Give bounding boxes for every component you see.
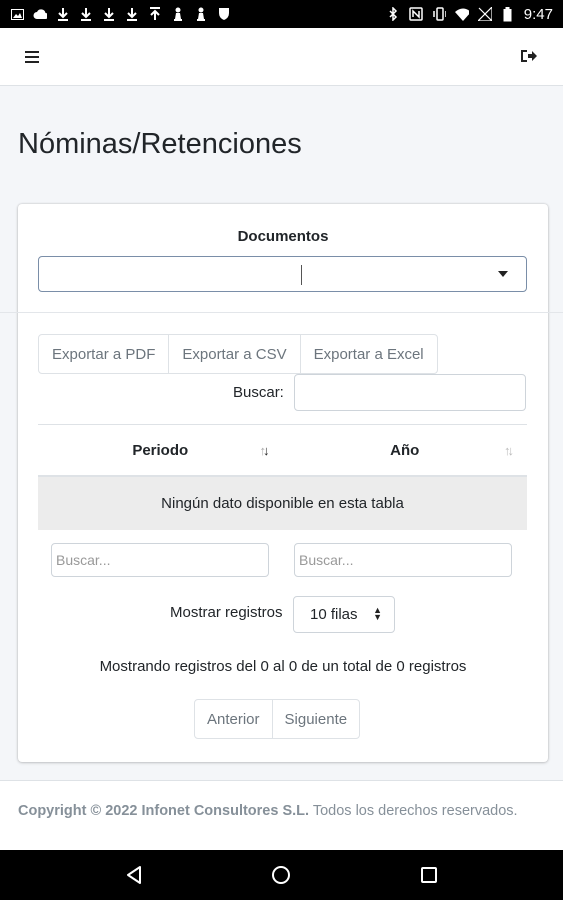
upload-icon (148, 7, 162, 21)
column-label: Periodo (132, 441, 189, 459)
image-icon (10, 7, 24, 21)
empty-table-row: Ningún dato disponible en esta tabla (38, 477, 527, 530)
table-info: Mostrando registros del 0 al 0 de un tot… (99, 658, 467, 675)
download-icon (79, 7, 93, 21)
documents-label: Documentos (237, 228, 329, 245)
back-icon[interactable] (114, 855, 154, 895)
copyright-text: Copyright © 2022 Infonet Consultores S.L… (18, 803, 310, 819)
battery-icon (501, 6, 515, 21)
caret-down-icon (498, 271, 508, 277)
content-card: Documentos Exportar a PDF Exportar a CSV… (0, 204, 563, 762)
cloud-icon (33, 7, 47, 21)
export-button-group: Exportar a PDF Exportar a CSV Exportar a… (38, 334, 438, 374)
shield-icon (217, 7, 231, 21)
hamburger-icon[interactable] (24, 47, 42, 67)
clock: 9:47 (523, 5, 553, 23)
export-pdf-button[interactable]: Exportar a PDF (38, 334, 170, 374)
sort-desc-icon: ↑↓ (259, 443, 270, 458)
page-title: Nóminas/Retenciones (18, 128, 302, 160)
sign-out-icon[interactable] (519, 46, 539, 66)
column-header-ano[interactable]: Año ↑↓ (283, 425, 528, 475)
sort-icon: ↑↓ (504, 443, 514, 458)
updown-caret-icon: ▲ ▼ (373, 605, 382, 622)
rows-per-page-value: 10 filas (310, 606, 358, 623)
rows-per-page-label: Mostrar registros (170, 604, 283, 621)
pagination: Anterior Siguiente (194, 699, 361, 739)
chess-pawn-icon (194, 7, 208, 21)
footer: Copyright © 2022 Infonet Consultores S.L… (0, 780, 563, 850)
rows-per-page-select[interactable]: 10 filas ▲ ▼ (293, 596, 395, 633)
previous-page-button[interactable]: Anterior (194, 699, 273, 739)
ano-search-input[interactable]: Buscar... (294, 543, 512, 577)
download-icon (125, 7, 139, 21)
download-icon (56, 7, 70, 21)
top-navbar (0, 28, 563, 86)
next-page-button[interactable]: Siguiente (271, 699, 361, 739)
documents-select[interactable] (38, 256, 527, 292)
export-excel-button[interactable]: Exportar a Excel (299, 334, 438, 374)
download-icon (102, 7, 116, 21)
column-header-periodo[interactable]: Periodo ↑↓ (38, 425, 283, 475)
rights-text: Todos los derechos reservados. (312, 803, 518, 819)
search-label: Buscar: (233, 384, 284, 401)
recents-icon[interactable] (409, 855, 449, 895)
export-csv-button[interactable]: Exportar a CSV (168, 334, 301, 374)
home-icon[interactable] (261, 855, 301, 895)
signal-icon (477, 7, 492, 21)
data-table: Periodo ↑↓ Año ↑↓ Ningún dato disponible… (38, 424, 527, 530)
column-label: Año (390, 441, 420, 459)
nfc-icon (409, 7, 423, 21)
android-navigation-bar (0, 850, 563, 900)
status-bar: 9:47 (0, 0, 563, 28)
divider (0, 312, 563, 313)
vibrate-icon (432, 7, 446, 21)
bluetooth-icon (386, 7, 400, 21)
chess-pawn-icon (171, 7, 185, 21)
table-header: Periodo ↑↓ Año ↑↓ (38, 424, 527, 477)
periodo-search-input[interactable]: Buscar... (51, 543, 269, 577)
search-input[interactable] (294, 374, 526, 411)
text-cursor (301, 265, 302, 285)
wifi-icon (454, 7, 469, 21)
